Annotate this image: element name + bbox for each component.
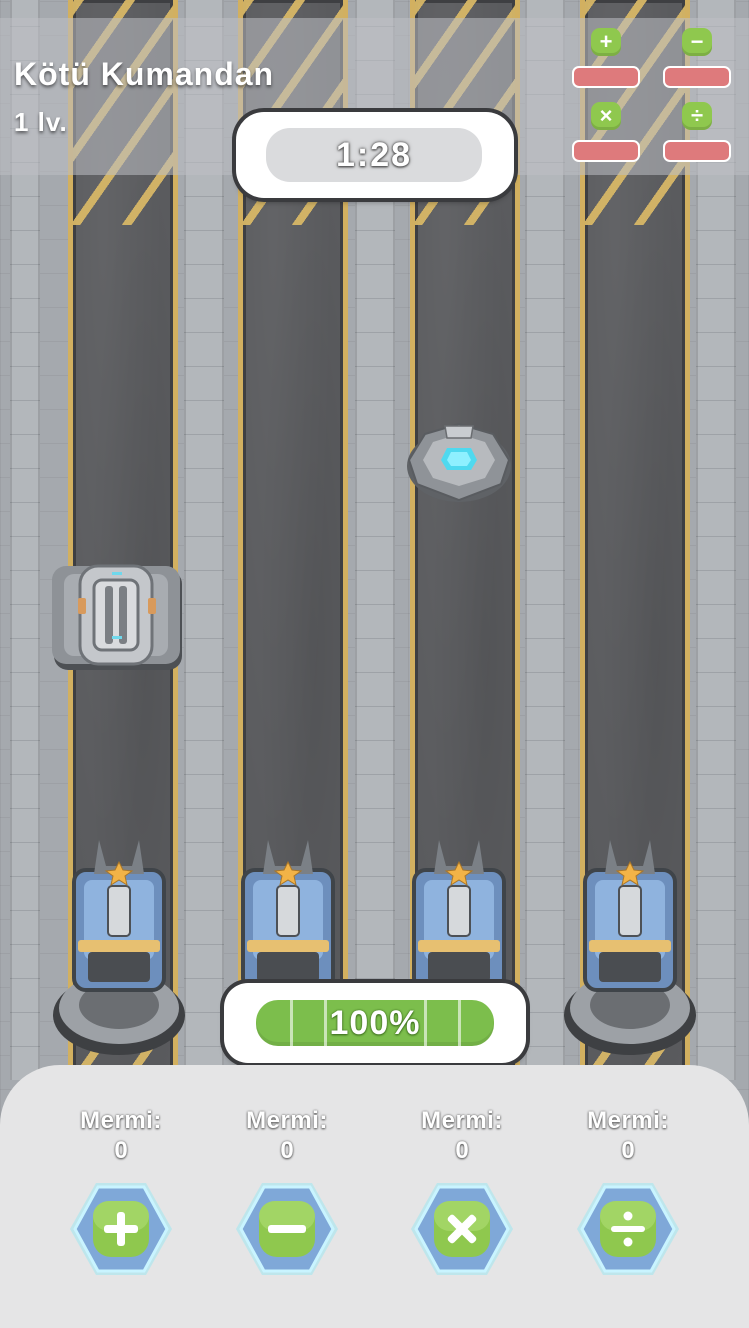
divide-status-bar [663, 140, 731, 162]
turret-plus [53, 840, 185, 1055]
fire-plus-button[interactable] [66, 1179, 176, 1279]
enemy-op-status-plus: + [572, 28, 640, 88]
ammo-label: Mermi: [80, 1107, 162, 1134]
base-health-bar: 100% [256, 1000, 494, 1046]
ammo-count: 0 [455, 1137, 469, 1164]
fire-divide-button[interactable] [573, 1179, 683, 1279]
timer-inner: 1:28 [266, 128, 482, 182]
minus-icon [268, 1225, 306, 1233]
divide-icon: ÷ [682, 102, 712, 130]
minus-status-bar [663, 66, 731, 88]
times-icon: × [591, 102, 621, 130]
fire-times-button[interactable] [407, 1179, 517, 1279]
weapon-slot-plus: Mermi: 0 [56, 1107, 186, 1317]
weapon-slot-times: Mermi: 0 [397, 1107, 527, 1317]
turret-divide [564, 840, 696, 1055]
plus-icon: + [591, 28, 621, 56]
enemy-tank [52, 564, 182, 670]
ammo-count: 0 [114, 1137, 128, 1164]
times-status-bar [572, 140, 640, 162]
enemy-op-status-minus: − [663, 28, 731, 88]
enemy-drone [407, 422, 511, 502]
weapon-control-panel: Mermi: 0 Mermi: 0 Mermi: 0 Mermi: 0 [0, 1065, 749, 1328]
ammo-label: Mermi: [587, 1107, 669, 1134]
ammo-label: Mermi: [421, 1107, 503, 1134]
weapon-slot-minus: Mermi: 0 [222, 1107, 352, 1317]
weapon-slot-divide: Mermi: 0 [563, 1107, 693, 1317]
enemy-level: 1 lv. [14, 107, 68, 137]
plus-status-bar [572, 66, 640, 88]
enemy-op-status-times: × [572, 102, 640, 162]
fire-minus-button[interactable] [232, 1179, 342, 1279]
base-health-percent: 100% [329, 1004, 421, 1042]
ammo-label: Mermi: [246, 1107, 328, 1134]
enemy-op-status-divide: ÷ [663, 102, 731, 162]
enemy-commander-name: Kötü Kumandan [14, 56, 275, 92]
countdown-timer: 1:28 [335, 135, 413, 174]
base-health-panel: 100% [224, 983, 526, 1063]
ammo-count: 0 [621, 1137, 635, 1164]
minus-icon: − [682, 28, 712, 56]
ammo-count: 0 [280, 1137, 294, 1164]
timer-panel: 1:28 [236, 112, 514, 198]
